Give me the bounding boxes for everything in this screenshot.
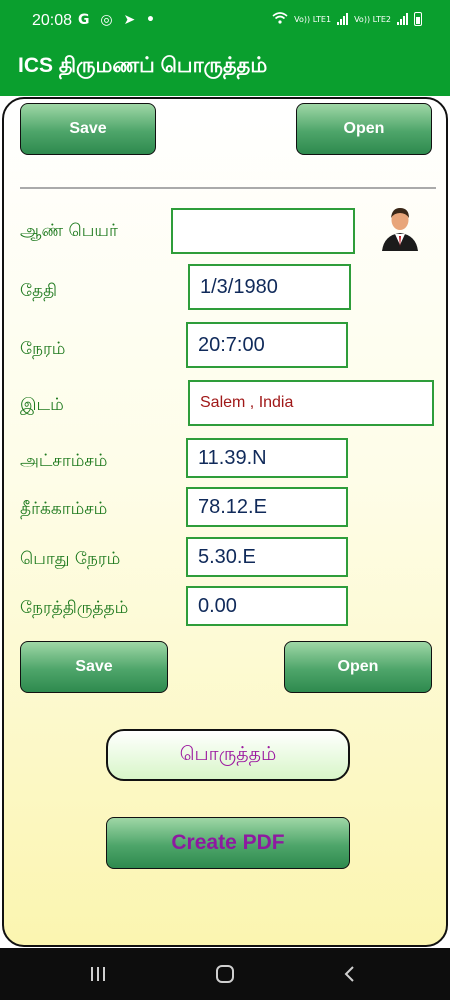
bottom-open-button[interactable]: Open [284, 641, 432, 693]
name-label: ஆண் பெயர் [20, 221, 118, 241]
home-icon[interactable] [213, 962, 237, 986]
common-time-field[interactable]: 5.30.E [186, 537, 348, 577]
name-field[interactable] [171, 208, 355, 254]
sim1-label: Vo)) LTE1 [294, 14, 332, 24]
back-icon[interactable] [338, 962, 362, 986]
time-label: நேரம் [20, 339, 66, 359]
create-pdf-button[interactable]: Create PDF [106, 817, 350, 869]
form-card: Save Open ஆண் பெயர் தேதி 1/3/1980 நேரம் … [2, 97, 448, 947]
status-right: Vo)) LTE1 Vo)) LTE2 [272, 12, 422, 26]
time-correction-field[interactable]: 0.00 [186, 586, 348, 626]
latitude-label: அட்சாம்சம் [20, 451, 108, 471]
latitude-field[interactable]: 11.39.N [186, 438, 348, 478]
top-open-button[interactable]: Open [296, 103, 432, 155]
app-title: ICS திருமணப் பொருத்தம் [18, 54, 268, 77]
place-field[interactable]: Salem , India [188, 380, 434, 426]
sim2-label: Vo)) LTE2 [354, 14, 391, 24]
date-label: தேதி [20, 281, 58, 301]
longitude-label: தீர்க்காம்சம் [20, 499, 108, 519]
signal-1-icon [337, 13, 349, 25]
divider [20, 187, 436, 189]
bottom-save-button[interactable]: Save [20, 641, 168, 693]
date-field[interactable]: 1/3/1980 [188, 264, 351, 310]
place-label: இடம் [20, 395, 64, 415]
common-time-label: பொது நேரம் [20, 549, 121, 569]
recents-icon[interactable] [86, 962, 110, 986]
wifi-icon [272, 12, 288, 26]
top-save-button[interactable]: Save [20, 103, 156, 155]
notification-icons: G ◎ ➤ • [78, 12, 159, 28]
porutham-button[interactable]: பொருத்தம் [106, 729, 350, 781]
status-time: 20:08 [32, 12, 73, 29]
app-bar: ICS திருமணப் பொருத்தம் [0, 40, 450, 96]
avatar-icon[interactable] [378, 205, 422, 251]
battery-icon [414, 12, 422, 26]
signal-2-icon [397, 13, 408, 25]
status-bar: 20:08 G ◎ ➤ • Vo)) LTE1 Vo)) LTE2 [0, 0, 450, 40]
longitude-field[interactable]: 78.12.E [186, 487, 348, 527]
time-field[interactable]: 20:7:00 [186, 322, 348, 368]
system-nav-bar [0, 948, 450, 1000]
time-correction-label: நேரத்திருத்தம் [20, 598, 129, 618]
